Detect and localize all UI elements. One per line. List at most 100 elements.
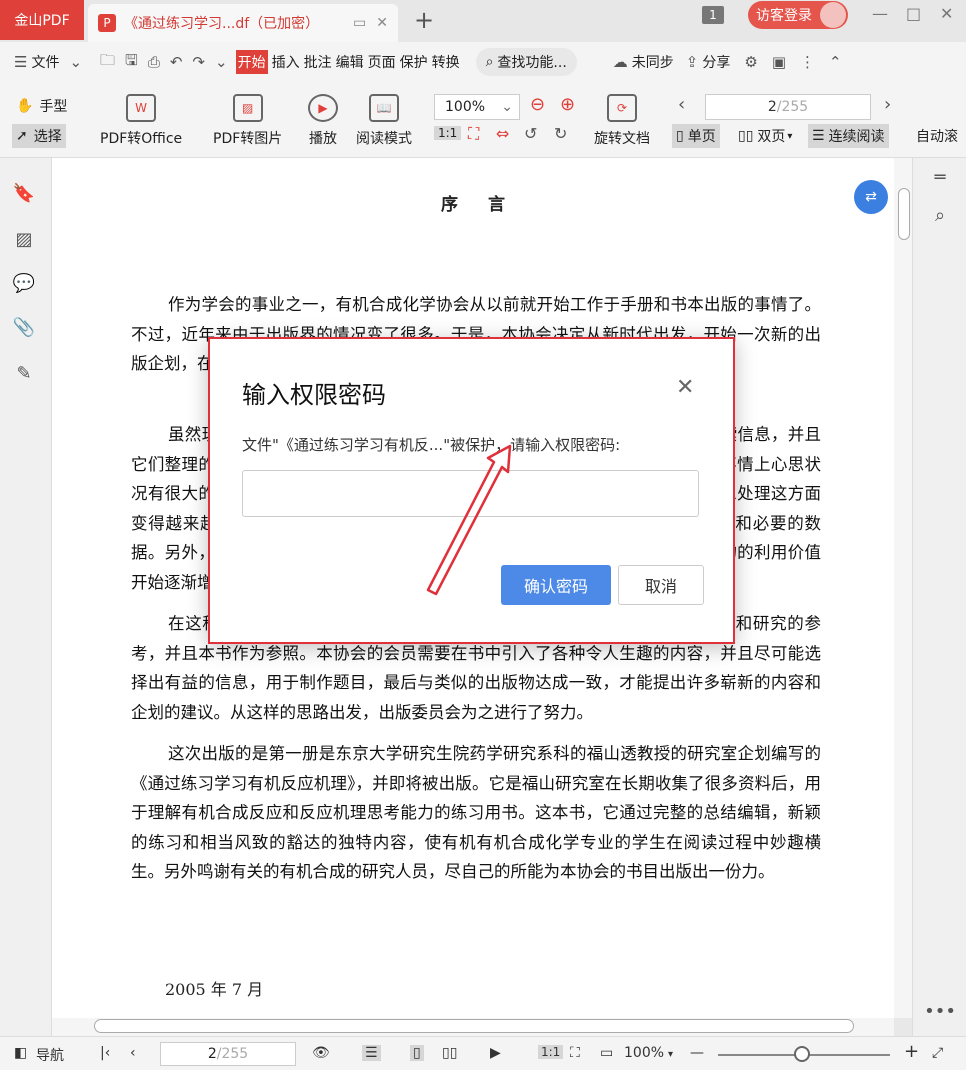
attachment-icon[interactable]: 📎 [13, 316, 35, 338]
vertical-scrollbar[interactable] [894, 158, 912, 1018]
document-tab[interactable]: P 《通过练习学习...df（已加密） ▭ ✕ [88, 4, 398, 42]
window-count-badge[interactable]: 1 [702, 6, 724, 24]
navigation-label[interactable]: 导航 [36, 1045, 64, 1065]
pdf-to-image-button[interactable]: ▨ PDF转图片 [213, 94, 282, 148]
zoom-out-icon[interactable]: ⊖ [530, 94, 545, 115]
document-tab-title: 《通过练习学习...df（已加密） [124, 16, 320, 32]
first-page-icon[interactable]: |‹ [100, 1045, 110, 1061]
open-folder-icon[interactable]: 🗀 [100, 50, 115, 75]
fit-width-icon[interactable]: ▭ [600, 1045, 613, 1061]
password-input[interactable] [242, 470, 699, 517]
menu-tab-protect[interactable]: 保护 [400, 52, 428, 72]
rotate-right-icon[interactable]: ↻ [554, 124, 567, 143]
rotate-document-button[interactable]: ⟳ 旋转文档 [594, 94, 650, 148]
horizontal-scroll-thumb[interactable] [94, 1019, 854, 1033]
maximize-icon[interactable]: □ [906, 4, 921, 23]
double-page-view-icon[interactable]: ▯▯ [442, 1045, 457, 1061]
fit-width-icon[interactable]: ⇔ [496, 124, 509, 143]
more-vertical-icon[interactable]: ⋮ [800, 53, 815, 71]
menu-tab-annotate[interactable]: 批注 [304, 52, 332, 72]
hand-tool[interactable]: ✋ 手型 [16, 96, 67, 116]
redo-icon[interactable]: ↷ [192, 53, 205, 71]
prev-page-icon[interactable]: ‹ [678, 94, 685, 115]
select-tool[interactable]: ➚ 选择 [12, 124, 66, 148]
share-icon[interactable]: ⇪ [686, 53, 699, 71]
single-page-button[interactable]: ▯ 单页 [672, 124, 720, 148]
close-icon[interactable]: ✕ [676, 375, 694, 400]
auto-scroll-button[interactable]: 自动滚 [916, 126, 966, 146]
zoom-in-icon[interactable]: ⊕ [560, 94, 575, 115]
thumbnail-icon[interactable]: ▨ [13, 228, 35, 250]
status-page-input[interactable]: 2/255 [160, 1042, 296, 1066]
feedback-icon[interactable]: ▣ [772, 53, 786, 71]
gear-icon[interactable]: ⚙ [744, 53, 757, 71]
cloud-sync-icon[interactable]: ☁ [613, 53, 628, 71]
pdf-to-word-icon: W [126, 94, 157, 122]
confirm-password-button[interactable]: 确认密码 [501, 565, 611, 605]
reading-mode-button[interactable]: 📖 阅读模式 [356, 94, 412, 148]
collapse-ribbon-icon[interactable]: ⌃ [829, 53, 842, 71]
horizontal-scrollbar[interactable] [52, 1018, 894, 1036]
floating-convert-icon[interactable]: ⇄ [854, 180, 888, 214]
menu-file[interactable]: 文件 [31, 52, 59, 72]
hamburger-menu-icon[interactable]: ☰ [14, 53, 27, 71]
menu-tab-page[interactable]: 页面 [368, 52, 396, 72]
chevron-down-icon[interactable]: ▾ [668, 1049, 673, 1060]
page-total: /255 [776, 99, 809, 115]
new-tab-icon[interactable]: + [414, 6, 434, 34]
continuous-reading-button[interactable]: ☰ 连续阅读 [808, 124, 889, 148]
actual-size-icon[interactable]: 1:1 [434, 126, 462, 140]
page-number-input[interactable]: 2/255 [705, 94, 871, 120]
fullscreen-icon[interactable]: ⤢ [932, 1045, 943, 1061]
monitor-icon[interactable]: ▭ [353, 15, 366, 31]
signature-icon[interactable]: ✎ [13, 362, 35, 384]
menu-tab-insert[interactable]: 插入 [272, 52, 300, 72]
sync-status[interactable]: 未同步 [632, 52, 674, 72]
menu-tab-edit[interactable]: 编辑 [336, 52, 364, 72]
pdf-to-office-button[interactable]: W PDF转Office [100, 94, 182, 148]
pdf-to-office-label: PDF转Office [100, 131, 183, 147]
doc-paragraph: 这次出版的是第一册是东京大学研究生院药学研究系科的福山透教授的研究室企划编写的《… [131, 744, 821, 881]
navigation-icon[interactable]: ◧ [14, 1045, 27, 1061]
fit-page-icon[interactable]: ⛶ [570, 1045, 580, 1061]
zoom-select[interactable]: 100% ⌄ [434, 94, 520, 120]
cancel-button[interactable]: 取消 [618, 565, 704, 605]
continuous-view-icon[interactable]: ☰ [362, 1045, 381, 1061]
close-tab-icon[interactable]: ✕ [376, 15, 388, 31]
zoom-in-icon[interactable]: + [904, 1041, 919, 1062]
chevron-down-icon[interactable]: ⌄ [69, 53, 82, 71]
more-horizontal-icon[interactable]: ••• [924, 1000, 956, 1022]
double-page-button[interactable]: ▯▯ 双页 ▾ [738, 126, 792, 146]
vertical-scroll-thumb[interactable] [898, 188, 910, 240]
page-current: 2 [767, 99, 777, 115]
undo-icon[interactable]: ↶ [170, 53, 183, 71]
search-text-icon[interactable]: ⌕ [929, 204, 951, 226]
status-zoom-value[interactable]: 100% [624, 1045, 664, 1061]
zoom-out-icon[interactable]: — [690, 1045, 704, 1061]
eye-protection-icon[interactable]: 👁 [312, 1045, 330, 1061]
next-page-icon[interactable]: › [884, 94, 891, 115]
single-page-view-icon[interactable]: ▯ [410, 1045, 424, 1061]
menu-tab-convert[interactable]: 转换 [432, 52, 460, 72]
guest-login-button[interactable]: 访客登录 [748, 1, 848, 29]
play-label: 播放 [309, 131, 337, 147]
share-button[interactable]: 分享 [702, 52, 730, 72]
bookmark-icon[interactable]: 🔖 [13, 182, 35, 204]
comment-icon[interactable]: 💬 [13, 272, 35, 294]
print-icon[interactable]: ⎙ [148, 53, 160, 71]
drag-handle-icon[interactable]: ═ [929, 166, 951, 188]
play-icon[interactable]: ▶ [490, 1045, 501, 1061]
rotate-left-icon[interactable]: ↺ [524, 124, 537, 143]
minimize-icon[interactable]: — [872, 4, 888, 23]
zoom-slider-handle[interactable] [794, 1046, 810, 1062]
close-window-icon[interactable]: ✕ [940, 4, 953, 23]
customize-toolbar-icon[interactable]: ⌄ [215, 53, 228, 71]
save-icon[interactable]: 🖫 [125, 50, 138, 75]
menu-tab-start[interactable]: 开始 [235, 50, 268, 74]
actual-size-icon[interactable]: 1:1 [538, 1045, 564, 1059]
app-tab[interactable]: 金山PDF [0, 0, 84, 40]
fit-page-icon[interactable]: ⛶ [468, 124, 479, 144]
feature-search[interactable]: ⌕ 查找功能... [475, 48, 577, 76]
play-button[interactable]: ▶ 播放 [308, 94, 338, 148]
prev-page-icon[interactable]: ‹ [130, 1045, 136, 1061]
